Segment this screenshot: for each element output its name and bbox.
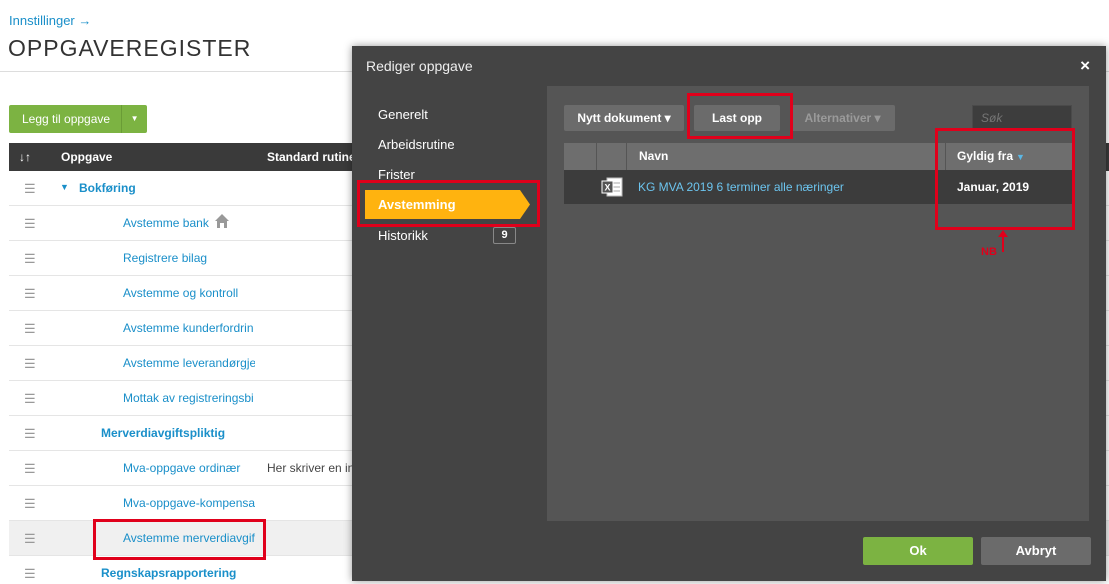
sort-column-header[interactable]: ↓↑ — [19, 150, 31, 164]
drag-handle-icon[interactable]: ☰ — [24, 391, 36, 407]
task-label[interactable]: Bokføring — [79, 181, 136, 195]
task-routine: Her skriver en in — [267, 461, 355, 475]
task-label[interactable]: Mottak av registreringsbi — [123, 391, 255, 405]
new-document-button[interactable]: Nytt dokument ▾ — [564, 105, 684, 131]
annotation-note: NB — [981, 246, 997, 258]
svg-text:X: X — [604, 183, 610, 193]
drag-handle-icon[interactable]: ☰ — [24, 356, 36, 372]
routine-column-header[interactable]: Standard rutine — [267, 150, 356, 164]
task-label[interactable]: Mva-oppgave-kompensa — [123, 496, 255, 510]
caret-down-icon[interactable]: ▼ — [60, 182, 69, 192]
highlight-box-valid-from — [935, 128, 1075, 230]
task-label[interactable]: Registrere bilag — [123, 251, 253, 265]
excel-icon: X — [601, 177, 623, 197]
edit-task-dialog: Rediger oppgave × Generelt Arbeidsrutine… — [352, 46, 1106, 581]
breadcrumb[interactable]: Innstillinger → — [9, 13, 91, 28]
drag-handle-icon[interactable]: ☰ — [24, 321, 36, 337]
sidebar-item-general[interactable]: Generelt — [378, 107, 428, 122]
highlight-box-selected-task — [93, 519, 266, 560]
task-label[interactable]: Avstemme og kontroll — [123, 286, 253, 300]
drag-handle-icon[interactable]: ☰ — [24, 426, 36, 442]
task-label[interactable]: Avstemme bank — [123, 216, 253, 230]
name-column-header[interactable]: Navn — [639, 149, 668, 163]
chevron-down-icon[interactable]: ▼ — [121, 105, 148, 133]
drag-handle-icon[interactable]: ☰ — [24, 251, 36, 267]
history-count-badge: 9 — [493, 227, 516, 244]
sidebar-item-history[interactable]: Historikk — [378, 228, 428, 243]
document-name-link[interactable]: KG MVA 2019 6 terminer alle næringer — [638, 180, 844, 194]
drag-handle-icon[interactable]: ☰ — [24, 496, 36, 512]
task-label[interactable]: Avstemme leverandørgje — [123, 356, 255, 370]
drag-handle-icon[interactable]: ☰ — [24, 531, 36, 547]
add-task-button[interactable]: Legg til oppgave — [9, 105, 122, 133]
alternatives-button[interactable]: Alternativer ▾ — [790, 105, 895, 131]
select-column-header — [564, 143, 597, 170]
annotation-arrow — [1002, 234, 1004, 252]
home-icon — [215, 214, 229, 228]
sidebar-item-routine[interactable]: Arbeidsrutine — [378, 137, 455, 152]
page-title: OPPGAVEREGISTER — [8, 35, 252, 61]
drag-handle-icon[interactable]: ☰ — [24, 181, 36, 197]
ok-button[interactable]: Ok — [863, 537, 973, 565]
add-task-split-button[interactable]: Legg til oppgave ▼ — [9, 105, 148, 133]
drag-handle-icon[interactable]: ☰ — [24, 461, 36, 477]
task-label[interactable]: Avstemme kunderfordrin — [123, 321, 255, 335]
type-column-header — [597, 143, 627, 170]
cancel-button[interactable]: Avbryt — [981, 537, 1091, 565]
drag-handle-icon[interactable]: ☰ — [24, 566, 36, 582]
highlight-box-upload — [687, 93, 793, 139]
close-icon[interactable]: × — [1080, 56, 1090, 76]
task-column-header[interactable]: Oppgave — [61, 150, 112, 164]
dialog-title: Rediger oppgave — [366, 58, 473, 74]
highlight-box-reconciliation — [357, 180, 540, 227]
task-label[interactable]: Merverdiavgiftspliktig — [101, 426, 225, 440]
drag-handle-icon[interactable]: ☰ — [24, 216, 36, 232]
task-label[interactable]: Regnskapsrapportering — [101, 566, 236, 580]
task-label[interactable]: Mva-oppgave ordinær — [123, 461, 255, 475]
drag-handle-icon[interactable]: ☰ — [24, 286, 36, 302]
